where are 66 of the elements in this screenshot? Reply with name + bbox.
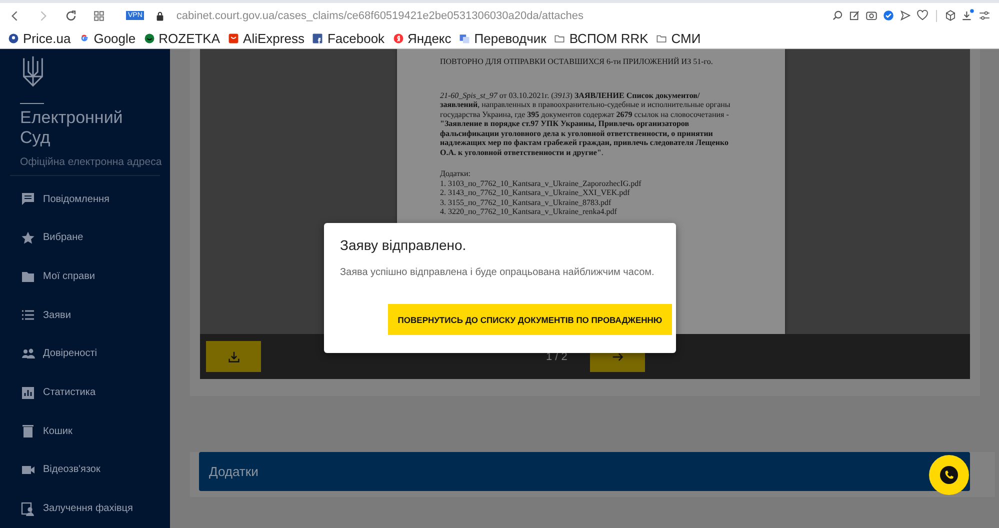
attachment-entry: 1. 3103_по_7762_10_Kantsara_v_Ukraine_ZaporozhecIG.pdf bbox=[440, 178, 642, 188]
grid-icon[interactable] bbox=[92, 8, 106, 22]
sidebar-item[interactable]: Статистика bbox=[0, 373, 170, 412]
bookmark[interactable]: СМИ bbox=[656, 30, 701, 46]
message-icon bbox=[21, 192, 35, 206]
return-button[interactable]: ПОВЕРНУТИСЬ ДО СПИСКУ ДОКУМЕНТІВ ПО ПРОВАДЖЕННЮ bbox=[388, 304, 672, 335]
document-paragraph: 21-60_Spis_st_97 от 03.10.2021г. (3913) ЗАЯВЛЕНИЕ Список документов/ заявлений, направленных в правоохранительно-судебные и исполнительные органы государства Украина, где 395 документов содержат 2679 ссылок на словосочетания - "Заявление в порядке ст.97 УПК Украины, Привлечь организаторов фальсификации уголовного дела к уголовной ответственности, о принятии надлежащих мер по фактам грабежей граждан, привлечь следователя Лещенко О.А. к уголовной ответственности и другие". bbox=[440, 90, 732, 157]
list-icon bbox=[21, 308, 35, 322]
star-icon bbox=[21, 230, 35, 245]
facebook-icon bbox=[312, 32, 324, 44]
attachment-entry: 2. 3143_по_7762_10_Kantsara_v_Ukraine_XXI_VEK.pdf bbox=[440, 188, 631, 198]
document-heading: ПОВТОРНО ДЛЯ ОТПРАВКИ ОСТАВШИХСЯ 6-ти ПРИЛОЖЕНИЙ ИЗ 51-го. bbox=[440, 57, 714, 66]
download-button[interactable] bbox=[206, 341, 261, 372]
bookmark[interactable]: Google bbox=[78, 30, 136, 46]
sidebar-item[interactable]: Повідомлення bbox=[0, 180, 170, 219]
heart-icon[interactable] bbox=[916, 9, 929, 22]
sidebar-item[interactable]: Мої справи bbox=[0, 257, 170, 296]
trident-icon bbox=[22, 55, 44, 89]
cube-icon[interactable] bbox=[944, 9, 957, 22]
sidebar-item[interactable]: Довіреності bbox=[0, 334, 170, 374]
sidebar-item[interactable]: Заяви bbox=[0, 296, 170, 335]
bookmark[interactable]: Яндекс bbox=[392, 30, 452, 46]
people-icon bbox=[21, 346, 35, 361]
send-icon[interactable] bbox=[899, 9, 912, 22]
dialog-message: Заява успішно відправлена і буде опрацьована найближчим часом. bbox=[340, 267, 656, 278]
sidebar-item[interactable]: Вибране bbox=[0, 218, 170, 258]
attachments-label: Додатки: bbox=[440, 169, 472, 178]
aliexpress-icon bbox=[228, 32, 240, 44]
camera-icon[interactable] bbox=[865, 9, 878, 22]
folder-icon bbox=[21, 270, 35, 284]
attachment-entry: 4. 3220_по_7762_10_Kantsara_v_Ukraine_renka4.pdf bbox=[440, 207, 618, 216]
zoom-icon[interactable] bbox=[831, 9, 844, 22]
arrow-right-icon bbox=[612, 350, 624, 362]
folder-icon bbox=[656, 32, 668, 44]
rozetka-icon bbox=[144, 32, 155, 44]
download-icon bbox=[228, 350, 240, 362]
folder-icon bbox=[554, 32, 566, 44]
reload-icon[interactable] bbox=[64, 8, 78, 22]
bookmark[interactable]: Facebook bbox=[312, 30, 385, 46]
trash-icon bbox=[21, 424, 35, 438]
bar-chart-icon bbox=[21, 386, 35, 400]
phone-icon bbox=[940, 466, 958, 484]
sliders-icon[interactable] bbox=[978, 9, 991, 22]
bookmark[interactable]: ROZETKA bbox=[144, 30, 220, 46]
bookmark[interactable]: ВСПОМ RRK bbox=[554, 30, 648, 46]
download-icon[interactable] bbox=[961, 9, 974, 22]
site-title: Електронний Суд bbox=[20, 108, 124, 148]
translate-icon bbox=[459, 32, 470, 44]
check-badge-icon[interactable] bbox=[882, 9, 895, 22]
edit-icon[interactable] bbox=[848, 9, 861, 22]
sidebar-item[interactable]: Залучення фахівця bbox=[0, 489, 170, 528]
bookmark[interactable]: AliExpress bbox=[228, 30, 304, 46]
site-subtitle: Офіційна електронна адреса bbox=[20, 156, 163, 168]
dialog-title: Заяву відправлено. bbox=[340, 237, 468, 253]
google-icon bbox=[78, 32, 90, 44]
address-field[interactable]: cabinet.court.gov.ua/cases_claims/ce68f60519421e2be0531306030a20da/attaches bbox=[176, 10, 584, 22]
price-icon bbox=[8, 32, 19, 44]
bookmark[interactable]: Переводчик bbox=[459, 30, 546, 46]
person-card-icon bbox=[21, 502, 35, 516]
section-header[interactable]: Додатки bbox=[199, 452, 970, 491]
bookmark[interactable]: Price.ua bbox=[8, 30, 71, 46]
yandex-icon bbox=[392, 32, 404, 44]
sidebar-item[interactable]: Кошик bbox=[0, 412, 170, 451]
attachment-entry: 3. 3155_по_7762_10_Kantsara_v_Ukraine_8783.pdf bbox=[440, 198, 612, 207]
sidebar-item[interactable]: Відеозв'язок bbox=[0, 450, 170, 490]
lock-icon bbox=[156, 10, 164, 20]
